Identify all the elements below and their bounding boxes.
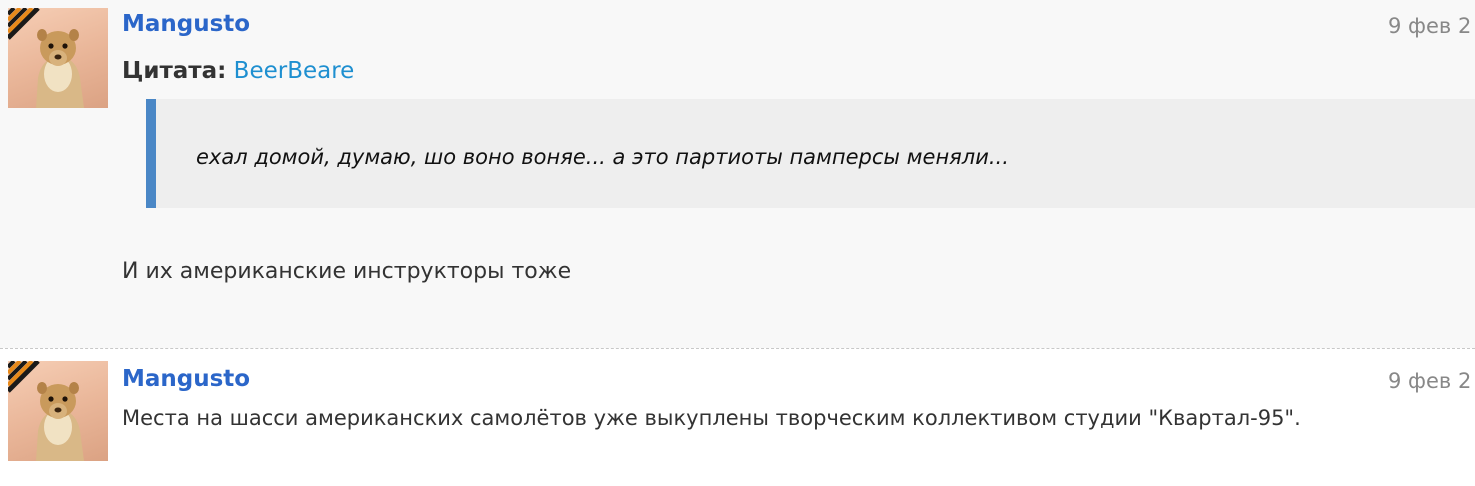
mongoose-avatar-icon <box>8 361 84 461</box>
post: Mangusto 9 фев 2 Места на шасси американ… <box>0 348 1475 486</box>
quote-block: ехал домой, думаю, шо воно воняе... а эт… <box>146 99 1475 208</box>
quote-author-link[interactable]: BeerBeare <box>234 58 355 84</box>
mongoose-avatar-icon <box>8 8 84 108</box>
post-date: 9 фев 2 <box>1388 14 1472 38</box>
post: Mangusto 9 фев 2 Цитата: BeerBeare ехал … <box>0 0 1475 348</box>
ribbon-icon <box>8 361 40 393</box>
quote-text: ехал домой, думаю, шо воно воняе... а эт… <box>196 145 1009 169</box>
post-author-link[interactable]: Mangusto <box>122 11 250 37</box>
quote-label: Цитата: <box>122 58 227 84</box>
user-avatar[interactable] <box>8 8 108 108</box>
user-avatar[interactable] <box>8 361 108 461</box>
ribbon-icon <box>8 8 40 40</box>
post-text: Места на шасси американских самолётов уж… <box>122 406 1301 430</box>
post-date: 9 фев 2 <box>1388 369 1472 393</box>
post-text: И их американские инструкторы тоже <box>122 259 572 284</box>
quote-header: Цитата: BeerBeare <box>122 58 354 84</box>
post-author-link[interactable]: Mangusto <box>122 366 250 392</box>
